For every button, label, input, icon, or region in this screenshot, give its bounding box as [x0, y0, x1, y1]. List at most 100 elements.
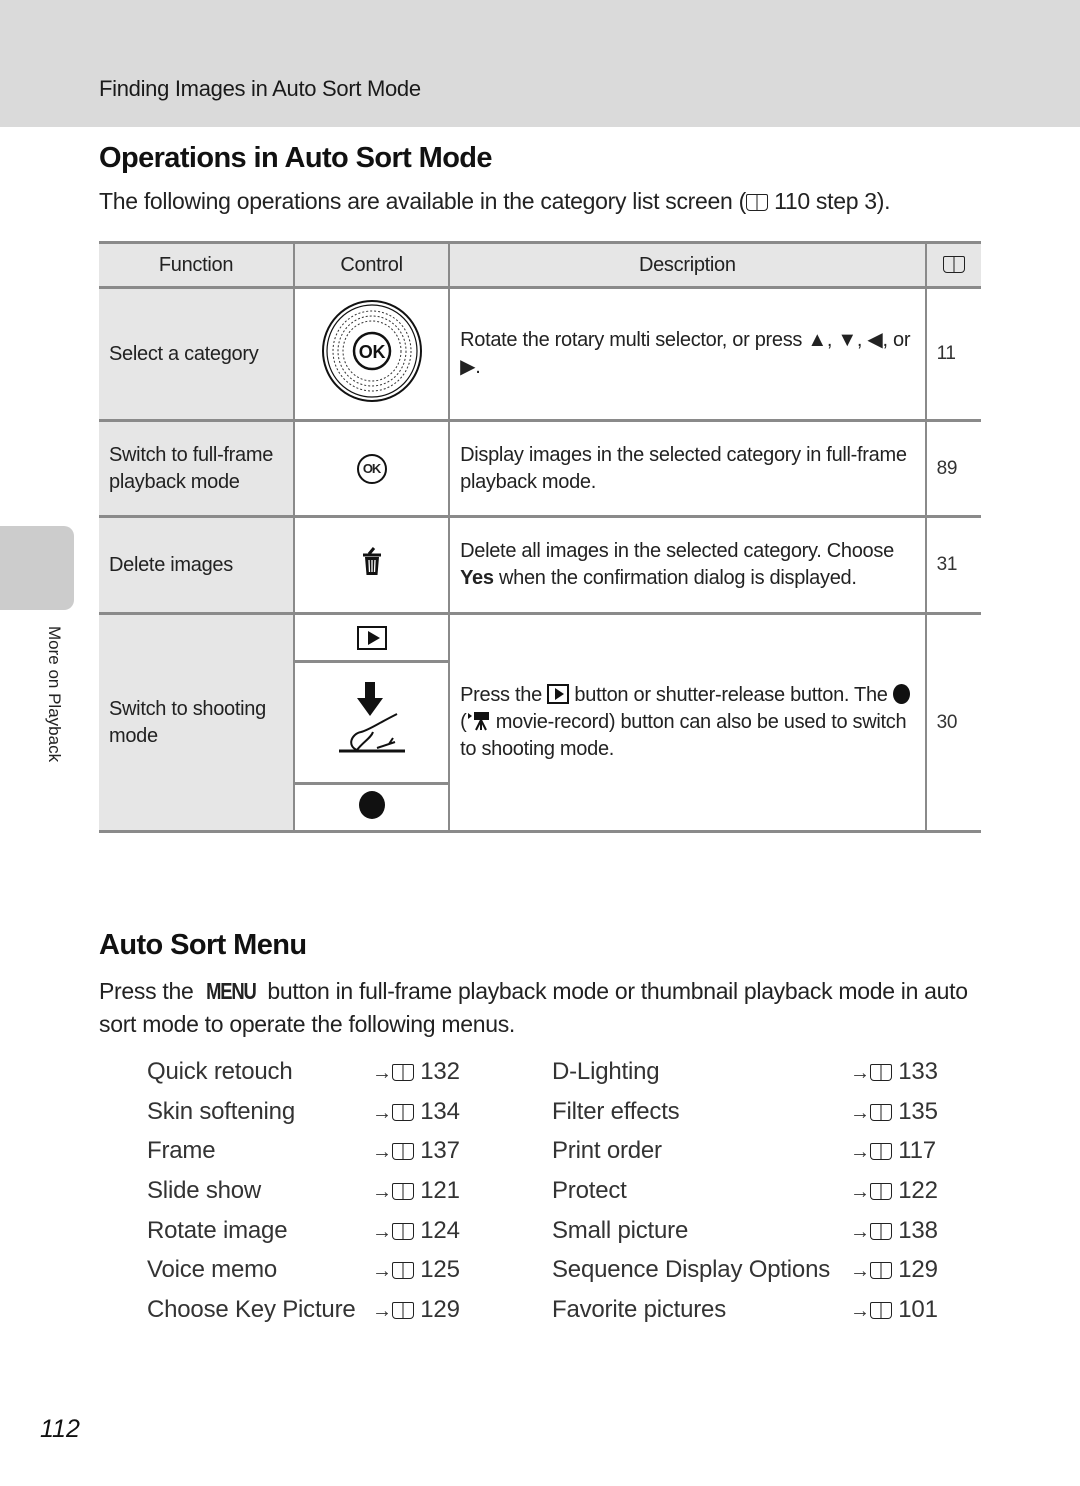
description-text: movie-record) button can also be used to…	[460, 711, 907, 760]
page-number: 133	[898, 1057, 938, 1085]
arrow-icon: →	[372, 1180, 392, 1203]
menu-row: Frame → 137 Print order → 117	[147, 1131, 967, 1171]
menu-item-label: Quick retouch	[147, 1057, 293, 1085]
arrow-icon: →	[372, 1260, 392, 1283]
chapter-tab	[0, 526, 74, 610]
menu-item-ref[interactable]: → 122	[850, 1177, 938, 1205]
down-arrow-icon: ▼	[837, 329, 857, 351]
movie-record-button-icon	[892, 684, 910, 704]
table-row: Switch to shooting mode Press the button…	[99, 612, 981, 833]
section-intro: Press the MENU button in full-frame play…	[99, 975, 989, 1041]
page-ref-cell[interactable]: 11	[924, 286, 981, 422]
arrow-icon: →	[850, 1299, 870, 1322]
playback-button-icon	[356, 625, 387, 650]
menu-item-ref[interactable]: → 117	[850, 1137, 936, 1165]
separator: , or	[882, 329, 911, 351]
table-row: Switch to full-frame playback mode OK Di…	[99, 419, 981, 518]
separator: .	[475, 356, 481, 378]
description-text: button or shutter-release button. The	[569, 684, 893, 706]
intro-text: The following operations are available i…	[99, 188, 746, 214]
section-title: Operations in Auto Sort Mode	[99, 142, 493, 174]
menu-item-ref[interactable]: → 133	[850, 1058, 938, 1086]
book-icon	[869, 1143, 892, 1161]
book-icon	[869, 1222, 892, 1240]
book-icon	[391, 1301, 414, 1319]
menu-item-ref[interactable]: → 129	[372, 1296, 552, 1324]
arrow-icon: →	[850, 1061, 870, 1084]
control-cell	[294, 660, 450, 785]
menu-item-label: Favorite pictures	[552, 1295, 726, 1323]
control-cell	[294, 782, 450, 833]
menu-row: Skin softening → 134 Filter effects → 13…	[147, 1092, 967, 1132]
operations-table: Function Control Description Select a ca…	[99, 241, 981, 833]
movie-record-button-icon	[358, 790, 385, 819]
up-arrow-icon: ▲	[807, 329, 827, 351]
page-number: 124	[420, 1216, 460, 1244]
control-cell	[292, 612, 451, 663]
table-row: Delete images Delete all images in the s…	[99, 515, 981, 615]
page-ref-cell[interactable]: 30	[924, 612, 981, 833]
menu-item-label: Skin softening	[147, 1097, 295, 1125]
menu-item-ref[interactable]: → 101	[850, 1296, 938, 1324]
menu-item-ref[interactable]: → 132	[372, 1058, 552, 1086]
book-icon	[391, 1063, 414, 1081]
page-number: 121	[420, 1176, 460, 1204]
yes-option-label: Yes	[460, 567, 494, 589]
description-text: Press the	[460, 684, 548, 706]
arrow-icon: →	[850, 1101, 870, 1124]
page-number: 135	[898, 1097, 938, 1125]
book-icon	[869, 1182, 892, 1200]
menu-item-ref[interactable]: → 125	[372, 1256, 552, 1284]
page-number: 122	[898, 1176, 938, 1204]
header-description: Description	[448, 241, 927, 289]
menu-item-label: Small picture	[552, 1216, 689, 1244]
page-number-footer: 112	[40, 1415, 80, 1443]
control-cell: OK	[292, 286, 451, 422]
description-cell: Press the button or shutter-release butt…	[448, 612, 927, 833]
menu-item-label: Frame	[147, 1137, 216, 1165]
book-icon	[391, 1262, 414, 1280]
page-number: 129	[420, 1295, 460, 1323]
page-ref-cell[interactable]: 31	[924, 515, 981, 615]
menu-item-ref[interactable]: → 121	[372, 1177, 552, 1205]
rotary-multi-selector-icon: OK	[321, 300, 422, 402]
page-number: 132	[420, 1057, 460, 1085]
menu-list: Quick retouch → 132 D-Lighting → 133 Ski…	[147, 1052, 967, 1330]
menu-item-ref[interactable]: → 137	[372, 1137, 552, 1165]
description-cell: Rotate the rotary multi selector, or pre…	[448, 286, 927, 422]
menu-row: Voice memo → 125 Sequence Display Option…	[147, 1250, 967, 1290]
intro-text-end: ).	[876, 188, 891, 214]
page-number: 138	[898, 1216, 938, 1244]
menu-item-ref[interactable]: → 124	[372, 1217, 552, 1245]
arrow-icon: →	[372, 1061, 392, 1084]
description-cell: Delete all images in the selected catego…	[448, 515, 927, 615]
page-ref-cell[interactable]: 89	[924, 419, 981, 518]
menu-item-label: Protect	[552, 1176, 627, 1204]
menu-item-ref[interactable]: → 134	[372, 1098, 552, 1126]
page-number: 137	[420, 1137, 460, 1165]
arrow-icon: →	[372, 1101, 392, 1124]
description-cell: Display images in the selected category …	[448, 419, 927, 518]
book-icon	[391, 1222, 414, 1240]
menu-item-ref[interactable]: → 138	[850, 1217, 938, 1245]
menu-item-ref[interactable]: → 135	[850, 1098, 938, 1126]
function-cell: Delete images	[99, 515, 295, 615]
intro-page-ref[interactable]: 110 step 3	[774, 188, 877, 214]
menu-item-label: Slide show	[147, 1176, 262, 1204]
arrow-icon: →	[372, 1220, 392, 1243]
header-page	[924, 241, 981, 289]
book-icon	[869, 1103, 892, 1121]
menu-item-ref[interactable]: → 129	[850, 1256, 938, 1284]
arrow-icon: →	[372, 1299, 392, 1322]
menu-row: Slide show → 121 Protect → 122	[147, 1171, 967, 1211]
book-icon	[869, 1063, 892, 1081]
arrow-icon: →	[372, 1141, 392, 1164]
chapter-tab-label: More on Playback	[45, 626, 64, 763]
book-icon	[391, 1182, 414, 1200]
playback-button-icon	[547, 684, 570, 704]
description-text: when the confirmation dialog is displaye…	[493, 567, 857, 589]
arrow-icon: →	[850, 1141, 870, 1164]
menu-item-label: Voice memo	[147, 1256, 278, 1284]
page-number: 134	[420, 1097, 460, 1125]
menu-item-label: D-Lighting	[552, 1057, 660, 1085]
